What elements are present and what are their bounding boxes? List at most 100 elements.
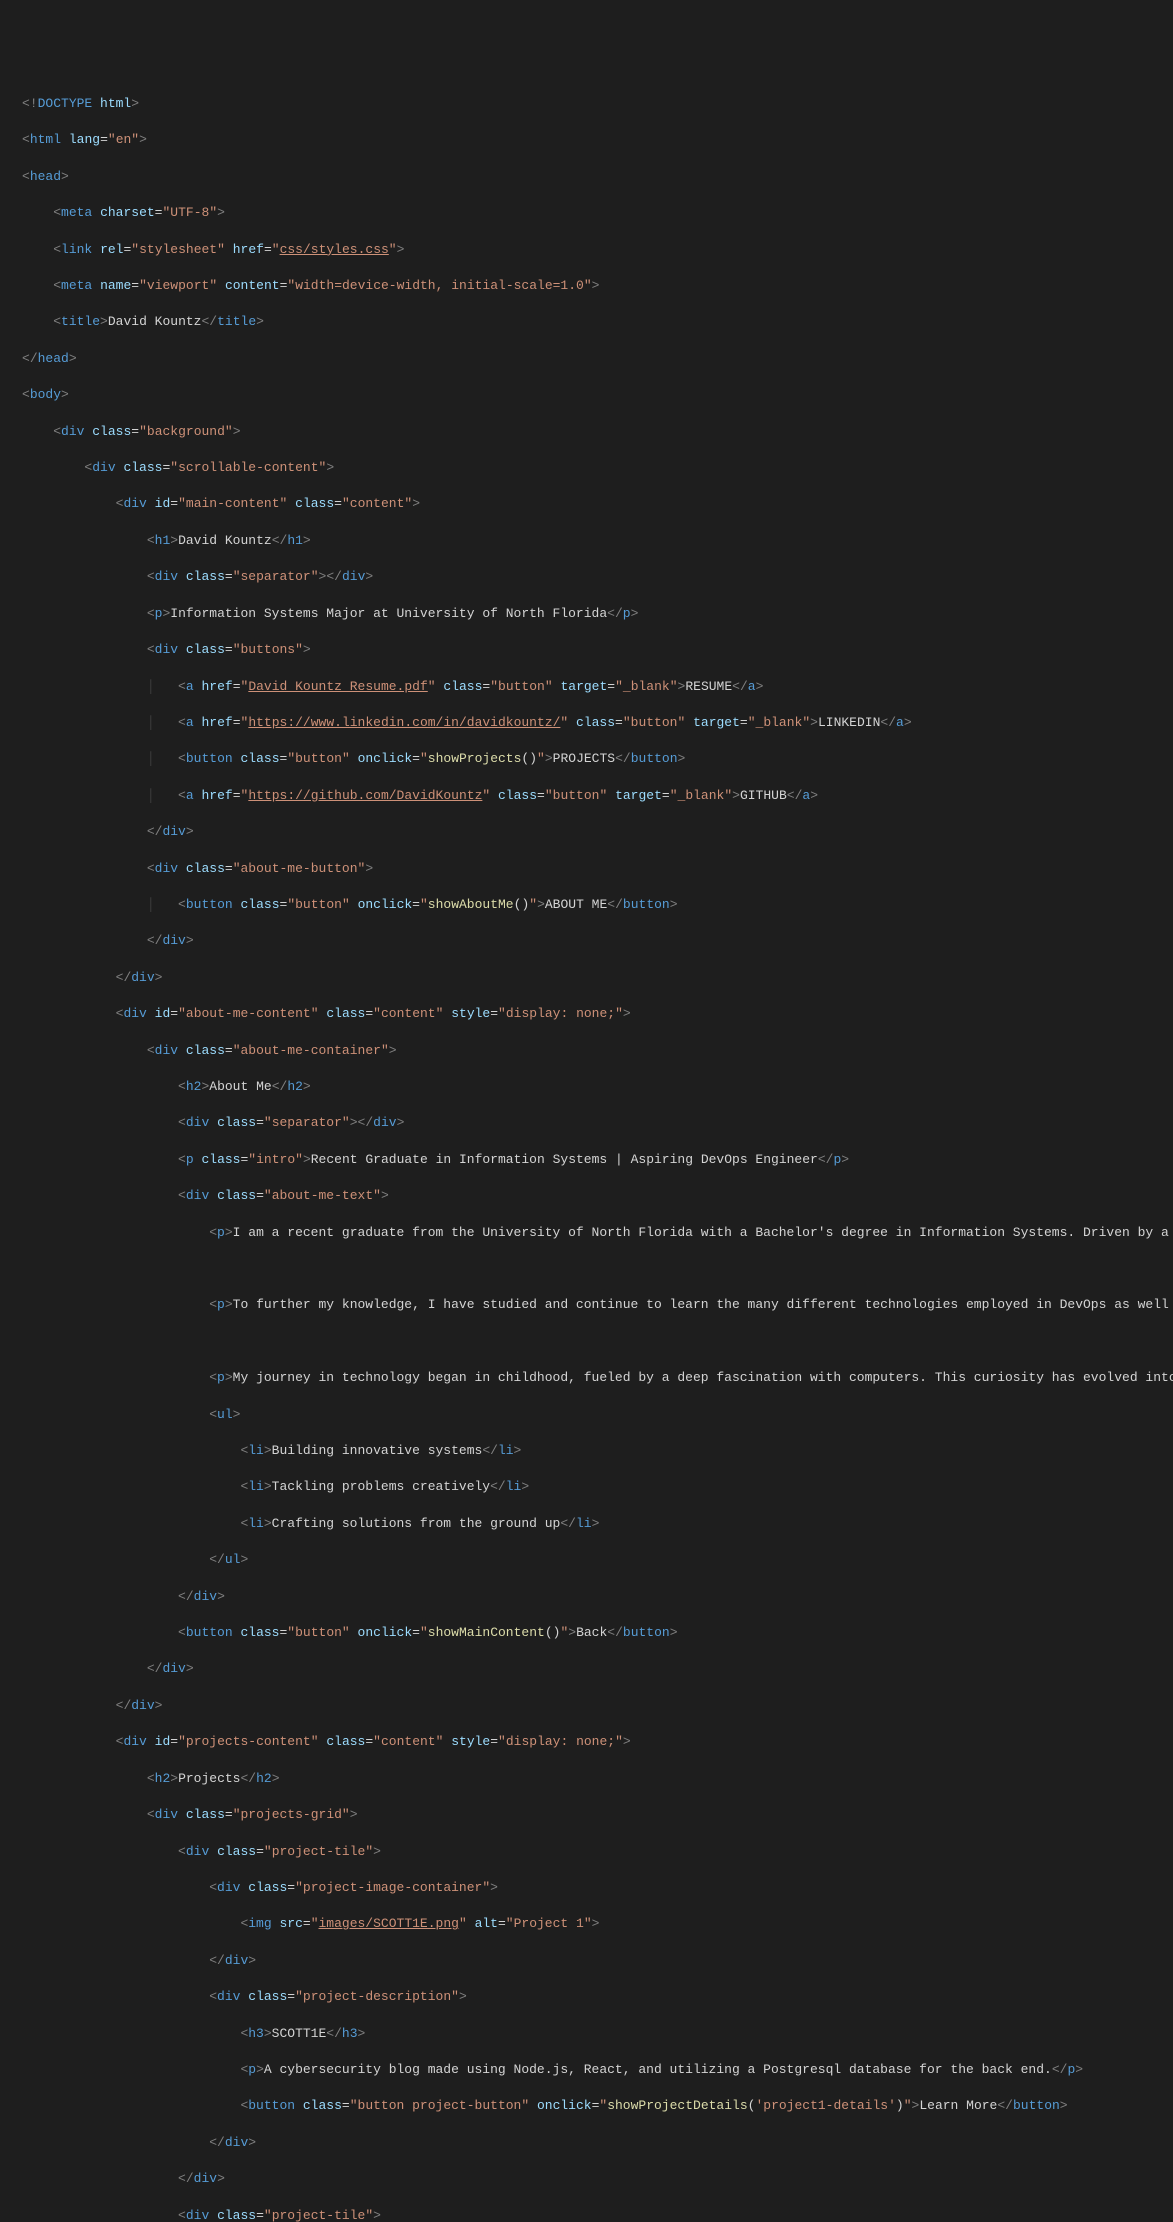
tag: div — [186, 1188, 209, 1203]
tag: button — [186, 897, 233, 912]
code-line[interactable]: <p>I am a recent graduate from the Unive… — [22, 1224, 1151, 1242]
code-line[interactable]: <div id="projects-content" class="conten… — [22, 1733, 1151, 1751]
code-line[interactable]: <div class="background"> — [22, 423, 1151, 441]
code-line[interactable]: <img src="images/SCOTT1E.png" alt="Proje… — [22, 1915, 1151, 1933]
code-line[interactable]: <meta name="viewport" content="width=dev… — [22, 277, 1151, 295]
punct: = — [100, 132, 108, 147]
punct: = — [615, 715, 623, 730]
code-line[interactable]: <li>Tackling problems creatively</li> — [22, 1478, 1151, 1496]
code-line[interactable]: <div class="project-image-container"> — [22, 1879, 1151, 1897]
code-line[interactable]: <p>To further my knowledge, I have studi… — [22, 1296, 1151, 1314]
code-editor[interactable]: <!DOCTYPE html> <html lang="en"> <head> … — [0, 73, 1173, 2222]
code-line[interactable]: <head> — [22, 168, 1151, 186]
tag: button — [623, 1625, 670, 1640]
tag: button — [1013, 2098, 1060, 2113]
punct: = — [256, 1844, 264, 1859]
code-line[interactable]: <h1>David Kountz</h1> — [22, 532, 1151, 550]
punct: " — [420, 1625, 428, 1640]
code-line[interactable]: <li>Building innovative systems</li> — [22, 1442, 1151, 1460]
attr: href — [233, 242, 264, 257]
code-line[interactable]: <div class="scrollable-content"> — [22, 459, 1151, 477]
attr-val: David_Kountz_Resume.pdf — [248, 679, 427, 694]
code-line[interactable]: <div class="project-description"> — [22, 1988, 1151, 2006]
punct: > — [350, 1115, 358, 1130]
code-line[interactable]: </div> — [22, 932, 1151, 950]
code-line[interactable]: <div class="about-me-text"> — [22, 1187, 1151, 1205]
punct: > — [170, 533, 178, 548]
punct: < — [482, 1443, 490, 1458]
attr: class — [123, 460, 162, 475]
code-line[interactable]: <div class="project-tile"> — [22, 2207, 1151, 2222]
code-line[interactable]: <ul> — [22, 1406, 1151, 1424]
punct: " — [170, 460, 178, 475]
punct: < — [209, 2135, 217, 2150]
code-line[interactable]: <div class="buttons"> — [22, 641, 1151, 659]
code-line[interactable]: <div class="project-tile"> — [22, 1843, 1151, 1861]
punct: = — [287, 1880, 295, 1895]
code-line[interactable]: <button class="button project-button" on… — [22, 2097, 1151, 2115]
code-line[interactable]: <link rel="stylesheet" href="css/styles.… — [22, 241, 1151, 259]
attr-val: scrollable-content — [178, 460, 318, 475]
code-line[interactable]: <h3>SCOTT1E</h3> — [22, 2025, 1151, 2043]
punct: " — [287, 751, 295, 766]
code-line[interactable]: <body> — [22, 386, 1151, 404]
code-line[interactable]: <div class="projects-grid"> — [22, 1806, 1151, 1824]
code-line[interactable]: <div class="about-me-container"> — [22, 1042, 1151, 1060]
attr: href — [201, 679, 232, 694]
tag: div — [217, 1880, 240, 1895]
code-line[interactable]: <title>David Kountz</title> — [22, 313, 1151, 331]
attr-val: project-image-container — [303, 1880, 482, 1895]
tag: div — [186, 1844, 209, 1859]
punct: > — [61, 169, 69, 184]
code-line[interactable] — [22, 1260, 1151, 1278]
code-line[interactable]: <meta charset="UTF-8"> — [22, 204, 1151, 222]
code-line[interactable]: </div> — [22, 1660, 1151, 1678]
code-line[interactable]: <p>A cybersecurity blog made using Node.… — [22, 2061, 1151, 2079]
punct: " — [373, 1188, 381, 1203]
code-line[interactable]: <button class="button" onclick="showMain… — [22, 1624, 1151, 1642]
code-line[interactable]: </head> — [22, 350, 1151, 368]
punct: " — [451, 1989, 459, 2004]
punct: / — [248, 1771, 256, 1786]
code-line[interactable]: <li>Crafting solutions from the ground u… — [22, 1515, 1151, 1533]
code-line[interactable]: │ <button class="button" onclick="showAb… — [22, 896, 1151, 914]
code-line[interactable]: </div> — [22, 1952, 1151, 1970]
code-line[interactable]: <div class="about-me-button"> — [22, 860, 1151, 878]
code-line[interactable]: </ul> — [22, 1551, 1151, 1569]
attr-val: images/SCOTT1E.png — [319, 1916, 459, 1931]
attr: class — [186, 861, 225, 876]
tag: meta — [61, 278, 92, 293]
code-line[interactable]: <p>Information Systems Major at Universi… — [22, 605, 1151, 623]
code-line[interactable]: </div> — [22, 1588, 1151, 1606]
tag: p — [217, 1370, 225, 1385]
code-line[interactable]: </div> — [22, 1697, 1151, 1715]
code-line[interactable]: <html lang="en"> — [22, 131, 1151, 149]
code-line[interactable]: </div> — [22, 2170, 1151, 2188]
code-line[interactable]: <p class="intro">Recent Graduate in Info… — [22, 1151, 1151, 1169]
code-line[interactable]: <div class="separator"></div> — [22, 1114, 1151, 1132]
punct: " — [482, 1880, 490, 1895]
code-line[interactable]: </div> — [22, 823, 1151, 841]
code-line[interactable]: </div> — [22, 2134, 1151, 2152]
code-line[interactable]: <!DOCTYPE html> — [22, 95, 1151, 113]
code-line[interactable]: │ <a href="https://www.linkedin.com/in/d… — [22, 714, 1151, 732]
code-line[interactable]: <div class="separator"></div> — [22, 568, 1151, 586]
code-line[interactable]: │ <button class="button" onclick="showPr… — [22, 750, 1151, 768]
tag: p — [217, 1225, 225, 1240]
code-line[interactable]: <div id="main-content" class="content"> — [22, 495, 1151, 513]
punct: / — [30, 351, 38, 366]
code-line[interactable]: │ <a href="https://github.com/DavidKount… — [22, 787, 1151, 805]
code-line[interactable]: <h2>Projects</h2> — [22, 1770, 1151, 1788]
code-line[interactable]: </div> — [22, 969, 1151, 987]
code-line[interactable]: │ <a href="David_Kountz_Resume.pdf" clas… — [22, 678, 1151, 696]
tag: div — [123, 1006, 146, 1021]
code-line[interactable]: <h2>About Me</h2> — [22, 1078, 1151, 1096]
punct: " — [295, 1880, 303, 1895]
punct: = — [225, 861, 233, 876]
code-line[interactable] — [22, 1333, 1151, 1351]
punct: > — [303, 642, 311, 657]
code-line[interactable]: <div id="about-me-content" class="conten… — [22, 1005, 1151, 1023]
tag: li — [506, 1479, 522, 1494]
punct: " — [311, 1916, 319, 1931]
code-line[interactable]: <p>My journey in technology began in chi… — [22, 1369, 1151, 1387]
